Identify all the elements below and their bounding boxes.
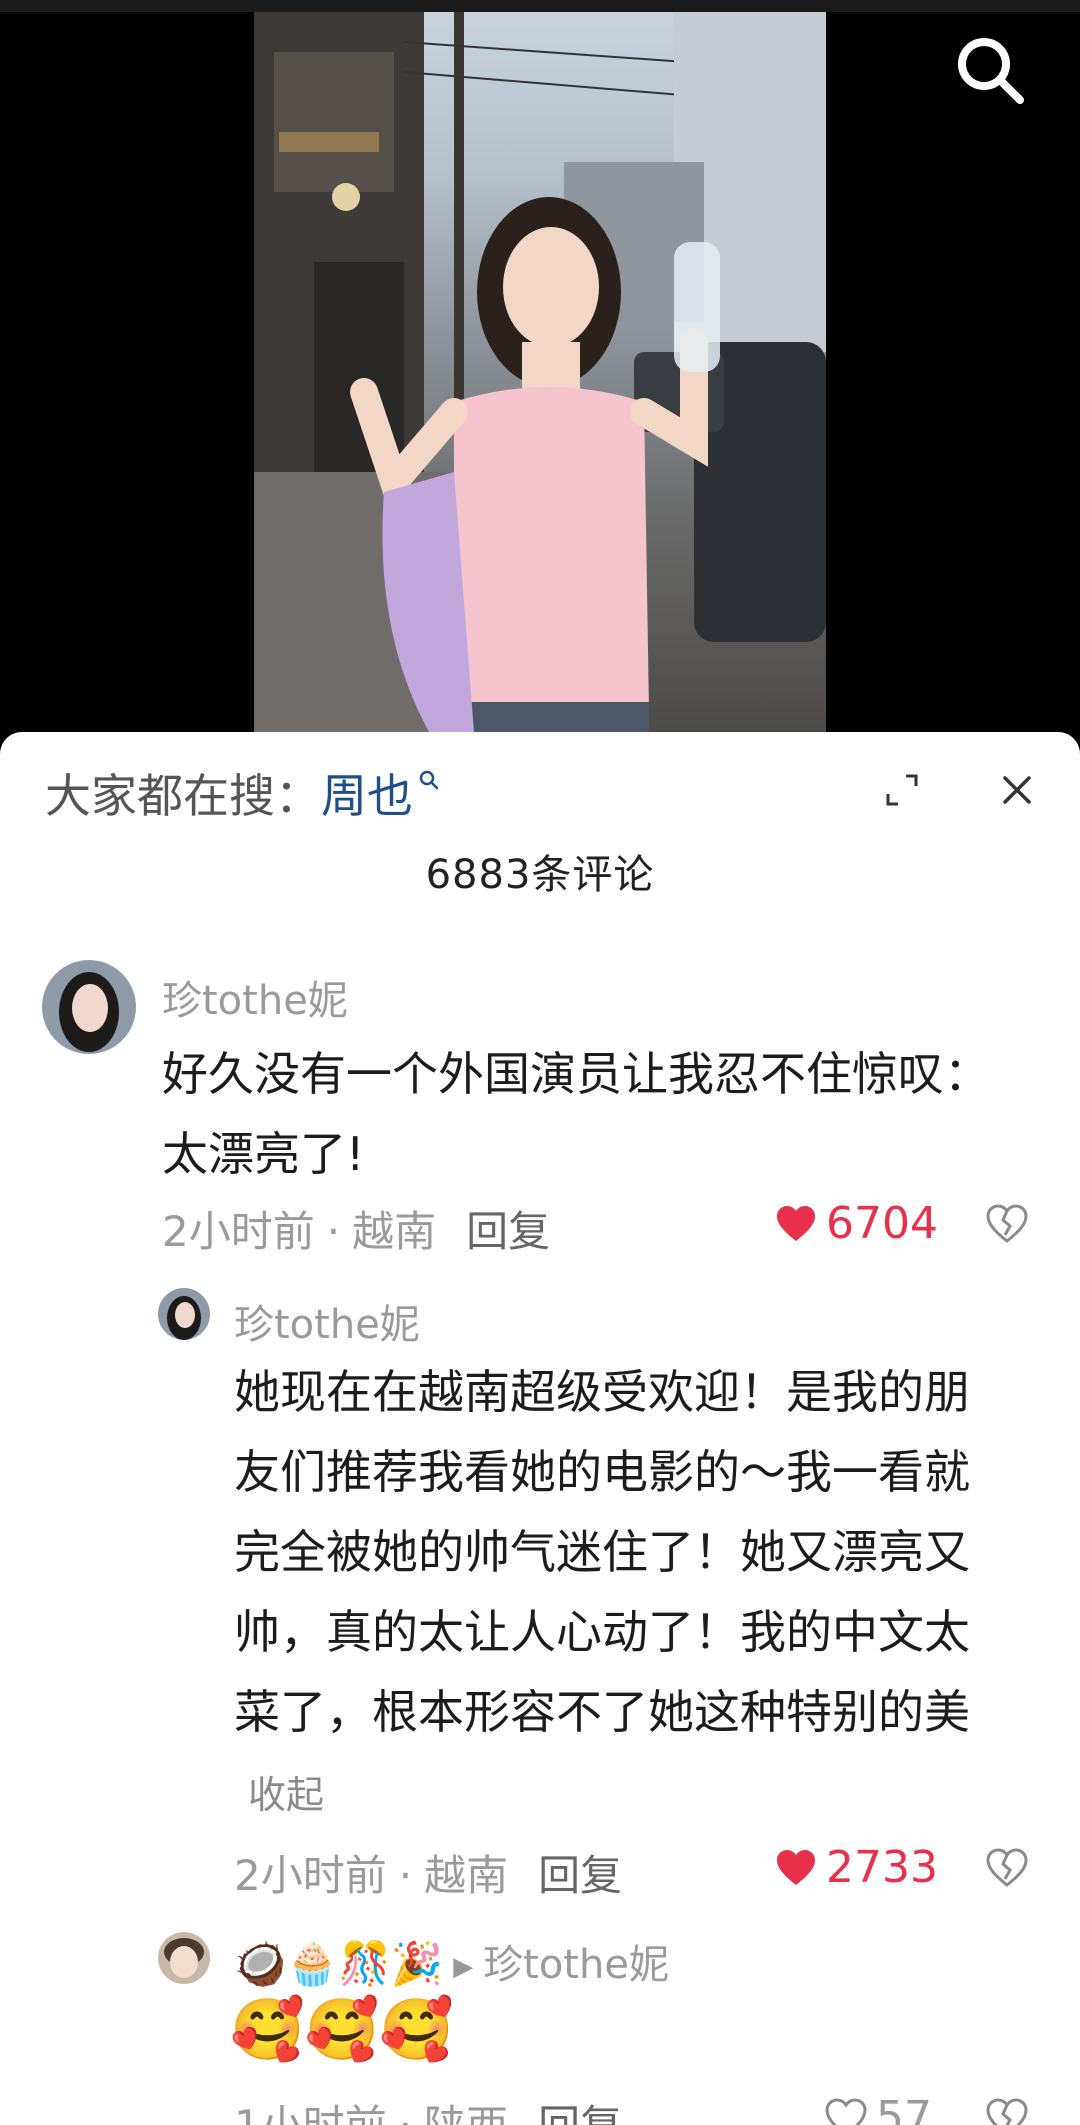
reply-item: 🥥🧁🎊🎉 ▶ 珍tothe妮 🥰🥰🥰 1小时前 · 陕西 回复 57 xyxy=(0,732,1080,2125)
video-photo xyxy=(254,12,826,735)
comment-text: 🥰🥰🥰 xyxy=(230,1995,455,2065)
status-bar xyxy=(0,0,1080,12)
comment-time: 1小时前 xyxy=(234,2101,387,2125)
comment-meta: 1小时前 · 陕西 回复 xyxy=(234,2092,622,2125)
comment-username[interactable]: 🥥🧁🎊🎉 xyxy=(234,1939,443,1988)
broken-heart-icon xyxy=(986,2098,1028,2125)
reply-header: 🥥🧁🎊🎉 ▶ 珍tothe妮 xyxy=(234,1932,669,1990)
reply-arrow-icon: ▶ xyxy=(453,1951,474,1982)
video-player[interactable] xyxy=(0,0,1080,735)
video-frame[interactable] xyxy=(254,12,826,735)
meta-separator: · xyxy=(399,2101,412,2125)
reply-button[interactable]: 回复 xyxy=(538,2101,622,2125)
search-icon xyxy=(958,38,1024,104)
comments-sheet: 大家都在搜：周也 6883条评论 珍tothe妮 好久没有一个外国演员让我忍不住… xyxy=(0,732,1080,2125)
search-button[interactable] xyxy=(950,30,1030,110)
avatar[interactable] xyxy=(158,1932,210,1984)
dislike-button[interactable] xyxy=(985,2096,1029,2125)
comment-location: 陕西 xyxy=(424,2101,508,2125)
like-button[interactable]: 57 xyxy=(824,2092,932,2125)
reply-to-username[interactable]: 珍tothe妮 xyxy=(483,1942,669,1988)
heart-icon xyxy=(825,2097,867,2125)
like-count: 57 xyxy=(876,2092,932,2125)
